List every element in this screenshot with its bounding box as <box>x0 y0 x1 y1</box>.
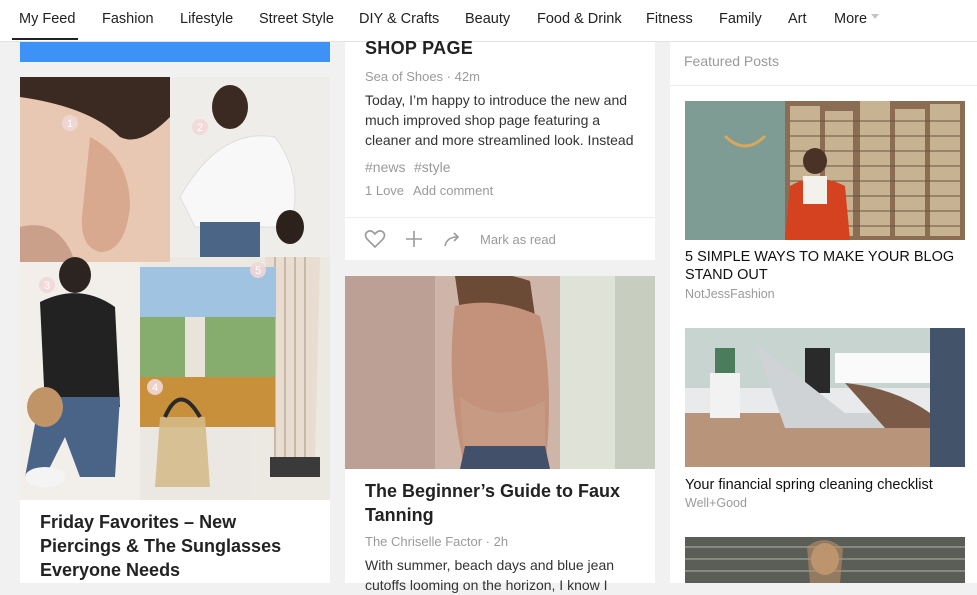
post-title[interactable]: Friday Favorites – New Piercings & The S… <box>40 510 320 582</box>
nav-tab-art[interactable]: Art <box>788 11 807 27</box>
post-meta: Sea of Shoes · 42m <box>365 69 480 84</box>
nav-tab-beauty[interactable]: Beauty <box>465 11 510 27</box>
collage-number-4: 4 <box>152 382 158 394</box>
blue-banner[interactable] <box>20 42 330 62</box>
caret-down-icon <box>871 14 879 19</box>
featured-source[interactable]: Well+Good <box>685 496 747 510</box>
post-excerpt: With summer, beach days and blue jean cu… <box>365 557 615 593</box>
featured-image-stairs[interactable] <box>685 537 965 583</box>
collage-number-3: 3 <box>44 280 50 292</box>
nav-tab-my-feed[interactable]: My Feed <box>19 11 75 27</box>
collage-number-1: 1 <box>67 118 73 130</box>
featured-divider <box>670 85 977 86</box>
post-title[interactable]: SHOP PAGE <box>365 38 473 59</box>
post-time: 2h <box>493 534 509 549</box>
post-excerpt: Today, I’m happy to introduce the new an… <box>365 92 634 148</box>
plus-icon[interactable] <box>404 229 424 254</box>
add-comment-link[interactable]: Add comment <box>413 183 493 198</box>
nav-tab-diy-crafts[interactable]: DIY & Crafts <box>359 11 439 27</box>
featured-posts-heading: Featured Posts <box>684 53 779 69</box>
share-icon[interactable] <box>443 229 463 254</box>
nav-tab-family[interactable]: Family <box>719 11 762 27</box>
tag-style[interactable]: #style <box>414 159 451 175</box>
card-divider <box>345 217 655 218</box>
nav-tab-street-style[interactable]: Street Style <box>259 11 334 27</box>
featured-title[interactable]: 5 SIMPLE WAYS TO MAKE YOUR BLOG STAND OU… <box>685 248 970 284</box>
post-source[interactable]: Sea of Shoes <box>365 69 443 84</box>
nav-tab-food-drink[interactable]: Food & Drink <box>537 11 622 27</box>
featured-title[interactable]: Your financial spring cleaning checklist <box>685 476 970 494</box>
nav-tab-fashion[interactable]: Fashion <box>102 11 154 27</box>
collage-number-5: 5 <box>255 265 261 277</box>
post-image-tanning[interactable] <box>345 276 655 469</box>
mark-as-read-button[interactable]: Mark as read <box>480 232 556 247</box>
post-title[interactable]: The Beginner’s Guide to Faux Tanning <box>365 479 645 527</box>
love-count[interactable]: 1 Love <box>365 183 404 198</box>
post-meta: The Chriselle Factor · 2h <box>365 534 509 549</box>
featured-source[interactable]: NotJessFashion <box>685 287 775 301</box>
nav-tab-fitness[interactable]: Fitness <box>646 11 693 27</box>
active-tab-underline <box>12 38 78 40</box>
post-time: 42m <box>454 69 480 84</box>
featured-image-blog[interactable] <box>685 101 965 240</box>
post-image-collage[interactable]: 1 2 3 4 5 <box>20 77 330 500</box>
nav-more-menu[interactable]: More <box>834 11 867 27</box>
heart-icon[interactable] <box>364 229 386 254</box>
nav-tab-lifestyle[interactable]: Lifestyle <box>180 11 233 27</box>
post-source[interactable]: The Chriselle Factor <box>365 534 482 549</box>
featured-image-finance[interactable] <box>685 328 965 467</box>
collage-number-2: 2 <box>197 122 203 134</box>
tag-news[interactable]: #news <box>365 159 405 175</box>
top-nav: My Feed Fashion Lifestyle Street Style D… <box>0 0 977 42</box>
